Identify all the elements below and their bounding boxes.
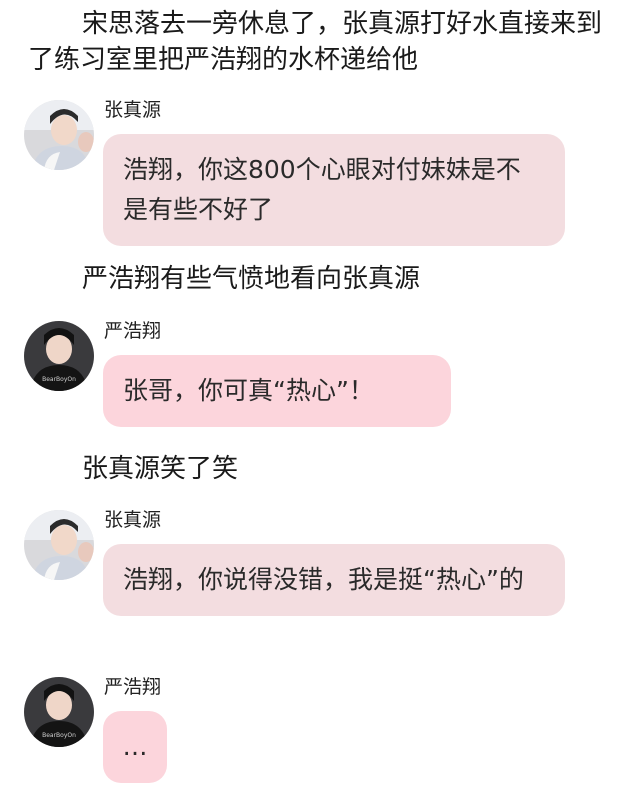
- avatar[interactable]: BearBoyOn: [24, 321, 94, 391]
- narration-intro: 宋思落去一旁休息了，张真源打好水直接来到了练习室里把严浩翔的水杯递给他: [28, 9, 603, 75]
- zhang-avatar-icon: [24, 100, 94, 170]
- message-bubble: 浩翔，你说得没错，我是挺“热心”的: [103, 544, 565, 616]
- avatar[interactable]: [24, 510, 94, 580]
- sender-name: 严浩翔: [104, 320, 162, 342]
- zhang-avatar-icon: [24, 510, 94, 580]
- sender-name: 张真源: [104, 99, 162, 121]
- avatar[interactable]: [24, 100, 94, 170]
- message-bubble: …: [103, 711, 167, 783]
- yan-avatar-icon: BearBoyOn: [24, 321, 94, 391]
- message-bubble: 张哥，你可真“热心”！: [103, 355, 451, 427]
- narration-line: 严浩翔有些气愤地看向张真源: [82, 264, 421, 294]
- avatar[interactable]: BearBoyOn: [24, 677, 94, 747]
- message-bubble: 浩翔，你这800个心眼对付妹妹是不是有些不好了: [103, 134, 565, 246]
- narration-line: 张真源笑了笑: [82, 454, 239, 484]
- svg-text:BearBoyOn: BearBoyOn: [42, 732, 76, 739]
- sender-name: 严浩翔: [104, 676, 162, 698]
- yan-avatar-icon: BearBoyOn: [24, 677, 94, 747]
- svg-text:BearBoyOn: BearBoyOn: [42, 376, 76, 383]
- sender-name: 张真源: [104, 509, 162, 531]
